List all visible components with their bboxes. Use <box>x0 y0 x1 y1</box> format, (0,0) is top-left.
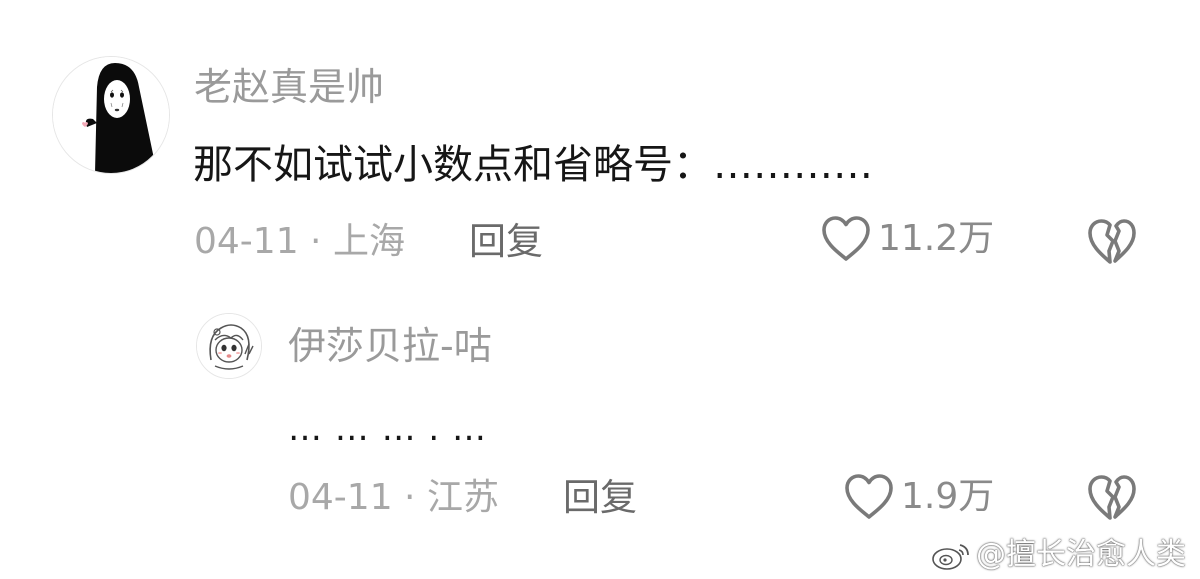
heart-outline-icon <box>822 216 870 261</box>
reply-avatar[interactable] <box>196 313 262 379</box>
comment-text: 那不如试试小数点和省略号：………… <box>193 142 873 188</box>
like-count: 11.2万 <box>878 218 995 259</box>
broken-heart-icon <box>1088 219 1136 264</box>
watermark: @擅长治愈人类 <box>930 539 1186 571</box>
reply-like-count: 1.9万 <box>901 476 995 517</box>
dislike-button[interactable] <box>1086 218 1138 266</box>
reply-like-button[interactable]: 1.9万 <box>843 473 994 521</box>
avatar[interactable] <box>52 56 170 174</box>
reply-button[interactable]: 回复 <box>469 223 543 260</box>
reply-dislike-button[interactable] <box>1086 474 1138 522</box>
like-button[interactable]: 11.2万 <box>820 215 994 263</box>
broken-heart-icon <box>1088 475 1136 520</box>
heart-outline-icon <box>845 474 893 519</box>
comment-username[interactable]: 老赵真是帅 <box>194 68 384 106</box>
watermark-text: @擅长治愈人类 <box>976 537 1186 572</box>
weibo-logo-icon <box>932 544 969 570</box>
reply-meta: 04-11 · 江苏 <box>288 477 499 518</box>
anime-girl-avatar-icon <box>197 314 261 378</box>
reply-username[interactable]: 伊莎贝拉-咕 <box>288 327 492 365</box>
no-face-avatar-icon <box>53 57 169 173</box>
reply-text: … … … . … <box>288 409 488 449</box>
reply-reply-button[interactable]: 回复 <box>563 479 637 516</box>
comment-meta: 04-11 · 上海 <box>194 221 405 262</box>
